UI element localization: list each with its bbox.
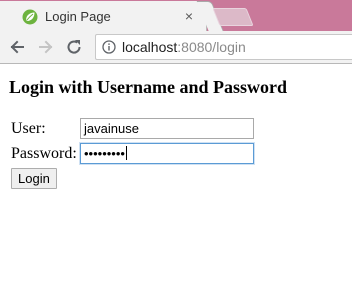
username-label: User: bbox=[11, 120, 46, 137]
url-text: localhost:8080/login bbox=[122, 39, 246, 55]
page-title: Login with Username and Password bbox=[9, 77, 288, 97]
tab-login-page[interactable]: Login Page × bbox=[0, 1, 207, 32]
info-icon[interactable] bbox=[102, 40, 116, 54]
page-content: Login with Username and Password User: j… bbox=[0, 64, 352, 302]
tab-strip: Login Page × bbox=[0, 0, 352, 32]
url-path: :8080/login bbox=[177, 39, 246, 55]
close-icon[interactable]: × bbox=[181, 8, 197, 24]
forward-arrow-icon[interactable] bbox=[36, 37, 56, 57]
address-bar[interactable]: localhost:8080/login bbox=[95, 34, 352, 60]
login-button[interactable]: Login bbox=[11, 168, 57, 189]
new-tab-button[interactable] bbox=[212, 8, 254, 26]
username-field[interactable]: javainuse bbox=[80, 118, 254, 139]
password-label: Password: bbox=[11, 145, 77, 162]
password-field[interactable]: ••••••••• bbox=[80, 143, 254, 164]
password-value: ••••••••• bbox=[84, 146, 125, 161]
url-host: localhost bbox=[122, 39, 178, 55]
back-arrow-icon[interactable] bbox=[7, 37, 27, 57]
tab-title: Login Page bbox=[45, 9, 111, 24]
reload-icon[interactable] bbox=[64, 37, 84, 57]
browser-window: Login Page × localhost:8080/login Login … bbox=[0, 0, 352, 302]
username-value: javainuse bbox=[84, 121, 139, 136]
spring-leaf-icon bbox=[22, 9, 38, 25]
browser-toolbar: localhost:8080/login bbox=[0, 31, 352, 64]
text-caret bbox=[125, 146, 127, 160]
